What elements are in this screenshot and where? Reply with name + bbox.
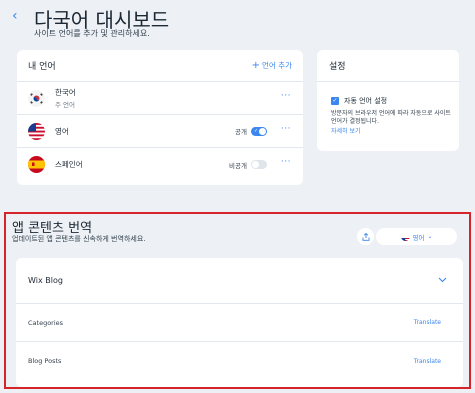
row-name: Blog Posts [28,357,62,365]
more-options-icon[interactable]: ··· [281,124,291,134]
wix-blog-card: Wix Blog Categories Translate Blog Posts… [16,258,463,387]
language-name: 스페인어 [55,160,83,169]
visibility-status: 비공개 [229,161,247,170]
visibility-toggle[interactable]: ✓ [251,126,267,136]
more-options-icon[interactable]: ··· [281,157,291,167]
languages-card-title: 내 언어 [28,62,56,72]
language-name: 한국어 [55,88,76,97]
settings-card-title: 설정 [329,62,346,72]
plus-icon: + [251,59,261,71]
check-icon: ✓ [254,127,259,134]
translate-button[interactable]: Translate [414,358,441,365]
chevron-down-icon: ⌄ [427,233,433,240]
language-selector[interactable]: 영어 ⌄ [376,228,457,245]
row-name: Categories [28,318,64,327]
translate-button[interactable]: Translate [414,319,441,326]
wix-blog-header[interactable]: Wix Blog [16,258,463,304]
share-icon [362,232,369,241]
usa-flag-icon [28,122,45,140]
languages-card-header: 내 언어 + 언어 추가 [17,50,303,82]
primary-language-badge: 주 언어 [55,101,76,109]
more-options-icon[interactable]: ··· [281,91,291,101]
add-language-button[interactable]: + 언어 추가 [252,60,292,71]
learn-more-link[interactable]: 자세히 보기 [331,126,361,135]
auto-language-setting[interactable]: ✓ 자동 언어 설정 [331,96,387,106]
auto-language-checkbox[interactable]: ✓ [331,97,339,105]
page-header: ‹ 다국어 대시보드 사이트 언어를 추가 및 관리하세요. [0,0,475,50]
language-row-spanish: 스페인어 비공개 ··· [17,148,303,181]
app-content-subtitle: 업데이트된 앱 콘텐츠를 신속하게 번역하세요. [12,235,146,243]
app-content-section: 앱 콘텐츠 번역 업데이트된 앱 콘텐츠를 신속하게 번역하세요. 영어 ⌄ W… [4,212,471,389]
selected-language: 영어 [412,233,425,242]
settings-card: 설정 ✓ 자동 언어 설정 방문자의 브라우저 언어에 따라 자동으로 사이트 … [317,50,459,151]
visibility-status: 공개 [235,128,247,136]
back-chevron-icon[interactable]: ‹ [12,8,18,24]
visibility-toggle[interactable] [251,160,267,169]
table-row-blog-posts: Blog Posts Translate [16,342,463,380]
settings-card-header: 설정 [317,50,459,82]
wix-blog-title: Wix Blog [28,276,63,285]
auto-language-description: 방문자의 브라우저 언어에 따라 자동으로 사이트 언어가 결정됩니다. [331,110,451,125]
language-row-english: 영어 공개 ✓ ··· [17,115,303,148]
spain-flag-icon [28,156,45,173]
auto-language-label: 자동 언어 설정 [344,97,388,105]
languages-card: 내 언어 + 언어 추가 한국어 주 언어 ··· 영어 공개 ✓ ··· 스페… [17,50,303,185]
page-subtitle: 사이트 언어를 추가 및 관리하세요. [34,29,150,38]
language-name: 영어 [55,126,69,136]
table-row-categories: Categories Translate [16,304,463,342]
south-korea-flag-icon [28,89,45,107]
usa-flag-icon [400,232,410,241]
chevron-down-icon[interactable] [438,275,447,286]
language-row-korean: 한국어 주 언어 ··· [17,82,303,115]
add-language-label: 언어 추가 [262,61,292,70]
share-button[interactable] [357,228,374,245]
